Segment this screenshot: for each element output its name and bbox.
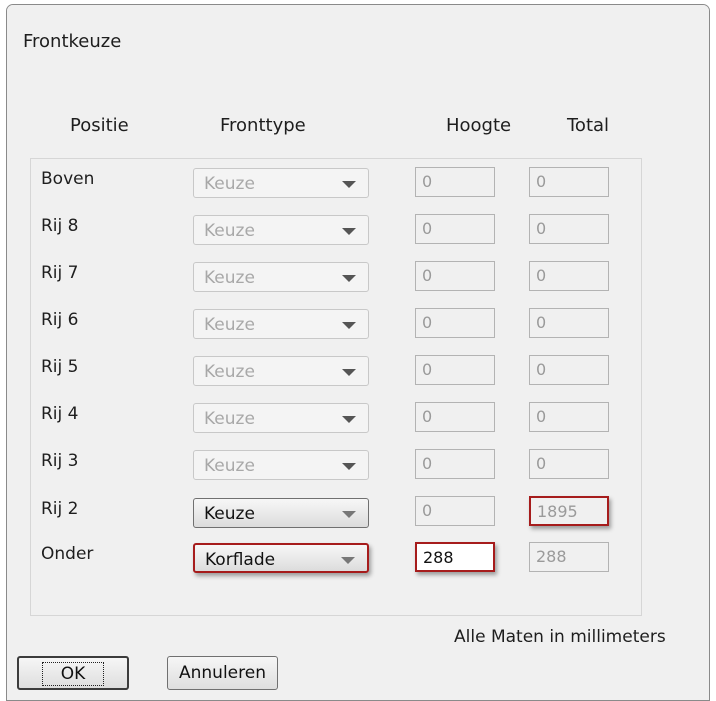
hoogte-field-rij-3[interactable]: 0 xyxy=(415,449,495,479)
fronttype-select-rij-6[interactable]: Keuze xyxy=(193,309,369,339)
total-field-rij-3[interactable]: 0 xyxy=(529,449,609,479)
fronttype-select-onder[interactable]: Korflade xyxy=(193,543,369,573)
fronttype-select-rij-2[interactable]: Keuze xyxy=(193,498,369,528)
row-label-rij-2: Rij 2 xyxy=(41,499,79,519)
total-field-rij-2[interactable]: 1895 xyxy=(529,496,609,526)
hoogte-field-rij-6[interactable]: 0 xyxy=(415,308,495,338)
hoogte-field-rij-2[interactable]: 0 xyxy=(415,496,495,526)
hoogte-field-onder[interactable]: 288 xyxy=(415,542,495,572)
total-field-rij-8[interactable]: 0 xyxy=(529,214,609,244)
total-field-rij-5[interactable]: 0 xyxy=(529,355,609,385)
fronttype-select-boven[interactable]: Keuze xyxy=(193,168,369,198)
fronttype-select-rij-8[interactable]: Keuze xyxy=(193,215,369,245)
fronttype-value: Keuze xyxy=(204,504,255,524)
hoogte-field-rij-5[interactable]: 0 xyxy=(415,355,495,385)
fronttype-select-rij-5[interactable]: Keuze xyxy=(193,356,369,386)
ok-button[interactable]: OK xyxy=(17,656,129,690)
chevron-down-icon xyxy=(341,557,355,564)
fronttype-value: Keuze xyxy=(204,315,255,335)
total-field-boven[interactable]: 0 xyxy=(529,167,609,197)
frontkeuze-dialog: Frontkeuze Positie Fronttype Hoogte Tota… xyxy=(6,4,710,701)
chevron-down-icon xyxy=(342,463,356,470)
row-label-rij-6: Rij 6 xyxy=(41,310,79,330)
hoogte-field-rij-7[interactable]: 0 xyxy=(415,261,495,291)
header-positie: Positie xyxy=(70,115,129,136)
fronttype-value: Keuze xyxy=(204,362,255,382)
total-field-onder[interactable]: 288 xyxy=(529,542,609,572)
window-title: Frontkeuze xyxy=(23,31,122,52)
header-fronttype: Fronttype xyxy=(220,115,306,136)
fronttype-select-rij-7[interactable]: Keuze xyxy=(193,262,369,292)
hoogte-field-boven[interactable]: 0 xyxy=(415,167,495,197)
chevron-down-icon xyxy=(342,275,356,282)
units-note: Alle Maten in millimeters xyxy=(454,627,666,647)
fronttype-value: Keuze xyxy=(204,268,255,288)
fronttype-select-rij-3[interactable]: Keuze xyxy=(193,450,369,480)
fronttype-value: Keuze xyxy=(204,456,255,476)
row-label-rij-3: Rij 3 xyxy=(41,451,79,471)
header-hoogte: Hoogte xyxy=(446,115,512,136)
fronttype-select-rij-4[interactable]: Keuze xyxy=(193,403,369,433)
row-label-rij-7: Rij 7 xyxy=(41,263,79,283)
row-label-onder: Onder xyxy=(41,544,94,564)
row-label-rij-4: Rij 4 xyxy=(41,404,79,424)
chevron-down-icon xyxy=(342,369,356,376)
fronttype-value: Korflade xyxy=(205,550,276,570)
row-label-rij-5: Rij 5 xyxy=(41,357,79,377)
total-field-rij-7[interactable]: 0 xyxy=(529,261,609,291)
row-label-boven: Boven xyxy=(41,169,95,189)
fronttype-value: Keuze xyxy=(204,409,255,429)
row-label-rij-8: Rij 8 xyxy=(41,216,79,236)
fronttype-value: Keuze xyxy=(204,221,255,241)
chevron-down-icon xyxy=(342,416,356,423)
title-bar[interactable]: Frontkeuze xyxy=(7,5,709,79)
cancel-button[interactable]: Annuleren xyxy=(167,656,278,690)
hoogte-field-rij-8[interactable]: 0 xyxy=(415,214,495,244)
chevron-down-icon xyxy=(342,228,356,235)
hoogte-field-rij-4[interactable]: 0 xyxy=(415,402,495,432)
header-total: Total xyxy=(567,115,610,136)
chevron-down-icon xyxy=(342,181,356,188)
ok-button-label: OK xyxy=(41,662,105,686)
total-field-rij-6[interactable]: 0 xyxy=(529,308,609,338)
total-field-rij-4[interactable]: 0 xyxy=(529,402,609,432)
fronttype-value: Keuze xyxy=(204,174,255,194)
chevron-down-icon xyxy=(342,322,356,329)
chevron-down-icon xyxy=(342,511,356,518)
